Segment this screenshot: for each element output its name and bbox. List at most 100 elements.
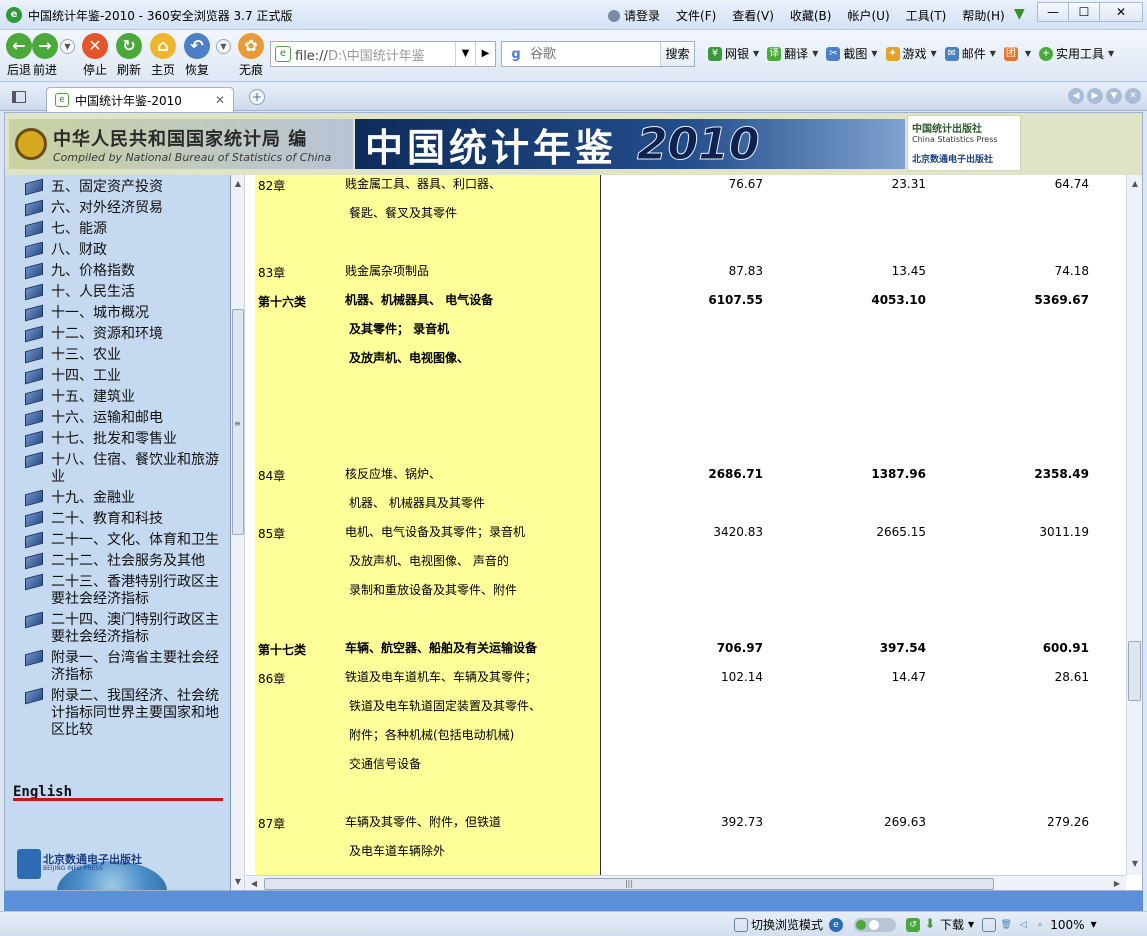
tab-close-icon[interactable]: ✕ <box>215 93 225 107</box>
chapter-label: 十三、农业 <box>51 347 121 363</box>
scroll-left-icon[interactable]: ◀ <box>247 876 261 890</box>
login-menu[interactable]: 请登录 <box>608 7 660 24</box>
scroll-thumb[interactable] <box>1128 641 1141 701</box>
refresh-button[interactable]: ↻ 刷新 <box>116 33 142 78</box>
scroll-down-icon[interactable]: ▼ <box>1127 857 1142 871</box>
plugin-tools[interactable]: + 实用工具 ▼ <box>1039 45 1114 62</box>
plugin-bank[interactable]: ¥ 网银 ▼ <box>708 45 759 62</box>
chapter-label: 九、价格指数 <box>51 263 135 279</box>
publisher-name-en: BEIJING INFO PRESS <box>43 865 103 872</box>
sidebar-chapter-link[interactable]: 十、人民生活 <box>11 283 221 301</box>
caret-down-icon[interactable]: ▼ <box>1091 920 1097 929</box>
plugin-game[interactable]: ✦ 游戏 ▼ <box>885 45 937 62</box>
sidebar-chapter-link[interactable]: 十二、资源和环境 <box>11 325 221 343</box>
menu-file[interactable]: 文件(F) <box>676 7 716 24</box>
zoom-level[interactable]: 100% <box>1050 918 1084 932</box>
history-dropdown-icon[interactable]: ▼ <box>60 39 75 54</box>
sidebar-chapter-link[interactable]: 六、对外经济贸易 <box>11 199 221 217</box>
sidebar-chapter-link[interactable]: 十四、工业 <box>11 367 221 385</box>
sidebar-chapter-link[interactable]: 二十四、澳门特别行政区主要社会经济指标 <box>11 611 221 646</box>
sidebar-chapter-link[interactable]: 二十一、文化、体育和卫生 <box>11 531 221 549</box>
paw-icon: ✿ <box>238 33 264 59</box>
minimize-button[interactable]: — <box>1037 2 1069 22</box>
tab-scroll-left-icon[interactable]: ◀ <box>1068 88 1084 104</box>
chapter-label: 十一、城市概况 <box>51 305 149 321</box>
sidebar-chapter-link[interactable]: 十九、金融业 <box>11 489 221 507</box>
stop-button[interactable]: ✕ 停止 <box>82 33 108 78</box>
sidebar-chapter-link[interactable]: 二十三、香港特别行政区主要社会经济指标 <box>11 573 221 608</box>
scroll-thumb[interactable]: ||| <box>264 878 994 890</box>
download-button[interactable]: 下载 <box>940 916 964 933</box>
sidebar-chapter-link[interactable]: 九、价格指数 <box>11 262 221 280</box>
close-button[interactable]: ✕ <box>1099 2 1143 22</box>
scroll-right-icon[interactable]: ▶ <box>1110 876 1124 890</box>
tab-navigation: ◀ ▶ ▼ ✕ <box>1068 88 1141 104</box>
plugin-screenshot[interactable]: ✂ 截图 ▼ <box>826 45 878 62</box>
sidebar-chapter-link[interactable]: 十八、住宿、餐饮业和旅游业 <box>11 451 221 486</box>
address-dropdown-icon[interactable]: ▼ <box>455 42 475 66</box>
scroll-up-icon[interactable]: ▲ <box>1127 177 1142 191</box>
plugin-translate[interactable]: 译翻译 ▼ <box>767 45 818 62</box>
tab-scroll-right-icon[interactable]: ▶ <box>1087 88 1103 104</box>
menu-favorites[interactable]: 收藏(B) <box>790 7 832 24</box>
product-description: 核反应堆、锅炉、 机器、 机械器具及其零件 <box>345 460 585 518</box>
bureau-name: 中华人民共和国国家统计局 编 <box>53 128 308 150</box>
sidebar-chapter-link[interactable]: 五、固定资产投资 <box>11 178 221 196</box>
skin-shirt-icon[interactable]: ▼ <box>1014 6 1032 22</box>
menu-help[interactable]: 帮助(H) <box>962 7 1004 24</box>
restore-button[interactable]: ↶ 恢复 <box>184 33 210 78</box>
mode-switch-button[interactable]: 切换浏览模式 <box>751 916 823 933</box>
ie-engine-icon[interactable]: e <box>829 917 844 932</box>
tab-active[interactable]: e 中国统计年鉴-2010 ✕ <box>46 87 234 112</box>
menu-account[interactable]: 帐户(U) <box>847 7 889 24</box>
new-tab-icon[interactable]: + <box>249 89 265 105</box>
speed-toggle[interactable] <box>854 917 897 932</box>
forward-button[interactable]: → 前进 <box>32 33 58 78</box>
sidebar-chapter-link[interactable]: 二十二、社会服务及其他 <box>11 552 221 570</box>
speaker-icon[interactable]: ◁ <box>1016 918 1030 932</box>
search-input[interactable] <box>530 46 660 62</box>
search-button[interactable]: 搜索 <box>660 42 694 66</box>
clipboard-icon[interactable] <box>982 917 997 932</box>
menu-tools[interactable]: 工具(T) <box>906 7 947 24</box>
press-logo: 中国统计出版社 China Statistics Press 北京数通电子出版社 <box>907 115 1021 171</box>
plugin-mail[interactable]: ✉ 邮件 ▼ <box>944 45 996 62</box>
close-all-tabs-icon[interactable]: ✕ <box>1125 88 1141 104</box>
book-icon <box>25 220 43 238</box>
scroll-up-icon[interactable]: ▲ <box>231 177 245 191</box>
sidebar-chapter-link[interactable]: 十五、建筑业 <box>11 388 221 406</box>
sidebar-chapter-link[interactable]: 附录二、我国经济、社会统计指标同世界主要国家和地区比较 <box>11 687 221 739</box>
scroll-down-icon[interactable]: ▼ <box>231 875 245 889</box>
horizontal-scrollbar[interactable]: ◀ ||| ▶ <box>245 875 1126 890</box>
menu-view[interactable]: 查看(V) <box>732 7 774 24</box>
sidebar-chapter-link[interactable]: 十三、农业 <box>11 346 221 364</box>
incognito-button[interactable]: ✿ 无痕 <box>238 33 264 78</box>
game-icon: ✦ <box>885 46 900 61</box>
address-bar[interactable]: e file://D:\中国统计年鉴 ▼ ▶ <box>270 41 496 67</box>
maximize-button[interactable]: ☐ <box>1068 2 1100 22</box>
plugin-app[interactable]: 团 ▼ <box>1003 45 1031 62</box>
sidebar-chapter-link[interactable]: 七、能源 <box>11 220 221 238</box>
sidebar-toggle-icon[interactable] <box>12 91 26 103</box>
sidebar-chapter-link[interactable]: 十一、城市概况 <box>11 304 221 322</box>
main-scrollbar[interactable]: ▲ ▼ <box>1126 175 1142 875</box>
zoom-icon: ⌕ <box>1037 919 1043 930</box>
trash-icon[interactable]: 🗑 <box>999 918 1013 932</box>
chapter-code: 85章 <box>258 527 286 541</box>
sidebar-scrollbar[interactable]: ▲ ≡ ▼ <box>231 175 245 890</box>
sidebar-chapter-link[interactable]: 十六、运输和邮电 <box>11 409 221 427</box>
sidebar-chapter-link[interactable]: 附录一、台湾省主要社会经济指标 <box>11 649 221 684</box>
sidebar-chapter-link[interactable]: 十七、批发和零售业 <box>11 430 221 448</box>
sidebar-chapter-link[interactable]: 二十、教育和科技 <box>11 510 221 528</box>
back-button[interactable]: ← 后退 <box>6 33 32 78</box>
home-button[interactable]: ⌂ 主页 <box>150 33 176 78</box>
go-arrow-icon[interactable]: ▶ <box>475 42 495 66</box>
address-input[interactable]: file://D:\中国统计年鉴 <box>295 45 455 64</box>
sidebar-chapter-link[interactable]: 八、财政 <box>11 241 221 259</box>
security-icon[interactable]: ↺ <box>906 917 921 932</box>
search-engine-icon[interactable]: g <box>502 42 530 66</box>
restore-dropdown-icon[interactable]: ▼ <box>216 39 231 54</box>
chapter-code: 82章 <box>258 179 286 193</box>
caret-down-icon[interactable]: ▼ <box>968 920 974 929</box>
tab-list-icon[interactable]: ▼ <box>1106 88 1122 104</box>
